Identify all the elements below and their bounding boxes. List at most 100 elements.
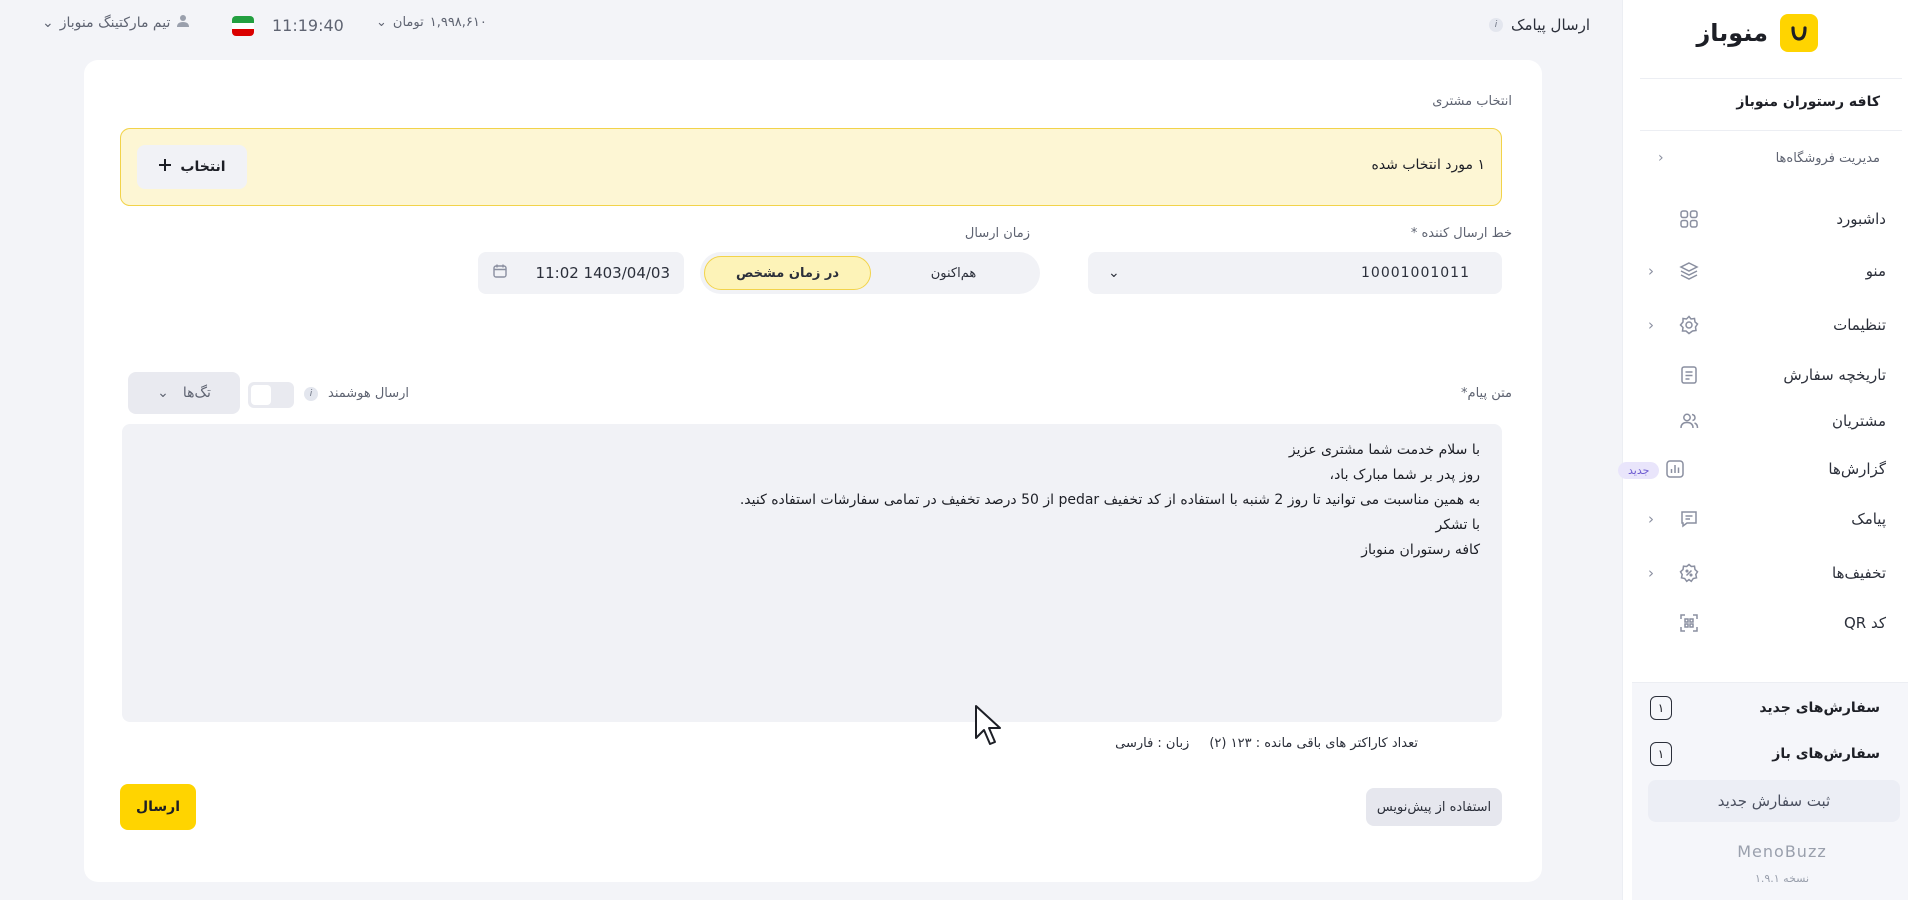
select-button-label: انتخاب — [180, 159, 226, 175]
message-text-label: متن پیام* — [1461, 386, 1512, 401]
toggle-knob — [251, 385, 271, 405]
sidebar-item-label: تنظیمات — [1833, 316, 1886, 334]
sidebar-item-label: مشتریان — [1832, 412, 1886, 430]
brand-name: منوباز — [1696, 19, 1768, 47]
open-orders-count: ۱ — [1650, 742, 1672, 766]
page-title: ارسال پیامک — [1511, 16, 1590, 34]
chevron-down-icon: ⌄ — [376, 15, 387, 30]
selected-count-text: ۱ مورد انتخاب شده — [1371, 157, 1485, 173]
smart-send-toggle[interactable] — [248, 382, 294, 408]
version-text: نسخه ۱.۹.۱ — [1754, 872, 1810, 885]
divider — [1640, 78, 1902, 79]
discount-icon — [1678, 562, 1700, 584]
user-icon — [176, 14, 190, 32]
sidebar-item-label: تخفیف‌ها — [1832, 564, 1886, 582]
sidebar-item-label: پیامک — [1851, 510, 1886, 528]
chart-icon — [1664, 458, 1686, 480]
chevron-down-icon: ⌄ — [157, 385, 169, 401]
tags-dropdown[interactable]: تگ‌ها ⌄ — [128, 372, 240, 414]
message-line: روز پدر بر شما مبارک باد، — [1329, 467, 1480, 483]
chevron-left-icon: ‹ — [1648, 262, 1654, 280]
chevron-down-icon: ⌄ — [1108, 265, 1120, 281]
user-menu[interactable]: تیم مارکتینگ منوباز ⌄ — [42, 14, 190, 32]
divider — [1640, 130, 1902, 131]
chevron-left-icon: ‹ — [1658, 150, 1664, 166]
sender-line-value: 10001001011 — [1361, 265, 1470, 281]
send-time-toggle: هم‌اکنون در زمان مشخص — [700, 252, 1040, 294]
dashboard-icon — [1678, 208, 1700, 230]
message-line: به همین مناسبت می توانید تا روز 2 شنبه ب… — [739, 492, 1480, 508]
gear-icon — [1678, 314, 1700, 336]
sidebar-item-settings[interactable]: تنظیمات ‹ — [1648, 310, 1886, 340]
store-management-link[interactable]: مدیریت فروشگاه‌ها ‹ — [1658, 148, 1880, 168]
send-time-label: زمان ارسال — [964, 226, 1030, 241]
selected-customers-bar: ۱ مورد انتخاب شده انتخاب — [120, 128, 1502, 206]
message-textarea[interactable]: با سلام خدمت شما مشتری عزیز روز پدر بر ش… — [122, 424, 1502, 722]
send-now-option[interactable]: هم‌اکنون — [871, 256, 1036, 290]
sidebar-item-menu[interactable]: منو ‹ — [1648, 256, 1886, 286]
tags-label: تگ‌ها — [182, 385, 211, 401]
sidebar-item-label: تاریخچه سفارش — [1783, 366, 1886, 384]
datetime-picker[interactable]: 11:02 1403/04/03 — [478, 252, 684, 294]
iran-flag-icon[interactable] — [232, 16, 254, 36]
message-line: با تشکر — [1435, 517, 1480, 533]
footer-logo: MenoBuzz — [1737, 842, 1827, 861]
sidebar-item-customers[interactable]: مشتریان — [1648, 406, 1886, 436]
smart-send-label: ارسال هوشمند — [328, 386, 410, 401]
sms-form-card: انتخاب مشتری ۱ مورد انتخاب شده انتخاب خط… — [84, 60, 1542, 882]
store-management-label: مدیریت فروشگاه‌ها — [1775, 150, 1880, 166]
new-order-button[interactable]: ثبت سفارش جدید — [1648, 780, 1900, 822]
use-draft-button[interactable]: استفاده از پیش‌نویس — [1366, 788, 1502, 826]
balance-unit: تومان — [392, 15, 424, 30]
customer-select-label: انتخاب مشتری — [1432, 94, 1512, 109]
sidebar-item-label: داشبورد — [1836, 210, 1886, 228]
balance-value: ۱,۹۹۸,۶۱۰ — [429, 15, 487, 30]
sender-line-label: خط ارسال کننده * — [1410, 226, 1512, 241]
users-icon — [1678, 410, 1700, 432]
sidebar-item-label: گزارش‌ها — [1828, 460, 1886, 478]
cafe-title: کافه رستوران منوباز — [1736, 94, 1880, 110]
brand[interactable]: منوباز — [1658, 12, 1818, 54]
send-button[interactable]: ارسال — [120, 784, 196, 830]
new-orders-label: سفارش‌های جدید — [1759, 700, 1880, 716]
sidebar: منوباز کافه رستوران منوباز مدیریت فروشگا… — [1618, 0, 1920, 900]
page-title-group: ارسال پیامک i — [1489, 16, 1590, 34]
info-icon[interactable]: i — [304, 386, 318, 401]
chevron-down-icon: ⌄ — [42, 15, 54, 31]
plus-icon — [158, 158, 172, 176]
sidebar-item-dashboard[interactable]: داشبورد — [1648, 204, 1886, 234]
info-icon[interactable]: i — [1489, 18, 1504, 32]
sidebar-item-sms[interactable]: پیامک ‹ — [1648, 504, 1886, 534]
scheduled-option[interactable]: در زمان مشخص — [704, 256, 871, 290]
brand-logo-icon — [1780, 14, 1818, 52]
balance-dropdown[interactable]: ۱,۹۹۸,۶۱۰ تومان ⌄ — [376, 15, 487, 30]
qr-icon — [1678, 612, 1700, 634]
calendar-icon — [492, 263, 508, 283]
message-meta: تعداد کاراکتر های باقی مانده : ۱۲۳ (۲) ز… — [1115, 736, 1418, 751]
open-orders-label: سفارش‌های باز — [1772, 746, 1880, 762]
sidebar-item-order-history[interactable]: تاریخچه سفارش — [1648, 360, 1886, 390]
user-name: تیم مارکتینگ منوباز — [59, 15, 171, 31]
message-icon — [1678, 508, 1700, 530]
top-header: ارسال پیامک i ۱,۹۹۸,۶۱۰ تومان ⌄ 11:19:40… — [0, 0, 1622, 52]
chevron-left-icon: ‹ — [1648, 564, 1654, 582]
new-badge: جدید — [1618, 462, 1660, 479]
mouse-cursor-icon — [975, 705, 1001, 745]
remaining-characters: تعداد کاراکتر های باقی مانده : ۱۲۳ (۲) — [1209, 736, 1418, 751]
clock: 11:19:40 — [272, 16, 344, 35]
sidebar-item-discounts[interactable]: تخفیف‌ها ‹ — [1648, 558, 1886, 588]
select-customers-button[interactable]: انتخاب — [137, 145, 247, 189]
sidebar-item-label: کد QR — [1843, 614, 1886, 632]
layers-icon — [1678, 260, 1700, 282]
sidebar-item-reports[interactable]: گزارش‌ها جدید — [1618, 454, 1886, 484]
sender-line-select[interactable]: 10001001011 ⌄ — [1088, 252, 1502, 294]
new-orders-row[interactable]: سفارش‌های جدید ۱ — [1650, 695, 1880, 721]
new-orders-count: ۱ — [1650, 696, 1672, 720]
chevron-left-icon: ‹ — [1648, 510, 1654, 528]
open-orders-row[interactable]: سفارش‌های باز ۱ — [1650, 741, 1880, 767]
sidebar-item-qr[interactable]: کد QR — [1648, 608, 1886, 638]
datetime-value: 11:02 1403/04/03 — [535, 264, 670, 282]
sidebar-item-label: منو — [1865, 262, 1886, 280]
message-language: زبان : فارسی — [1115, 736, 1190, 751]
chevron-left-icon: ‹ — [1648, 316, 1654, 334]
